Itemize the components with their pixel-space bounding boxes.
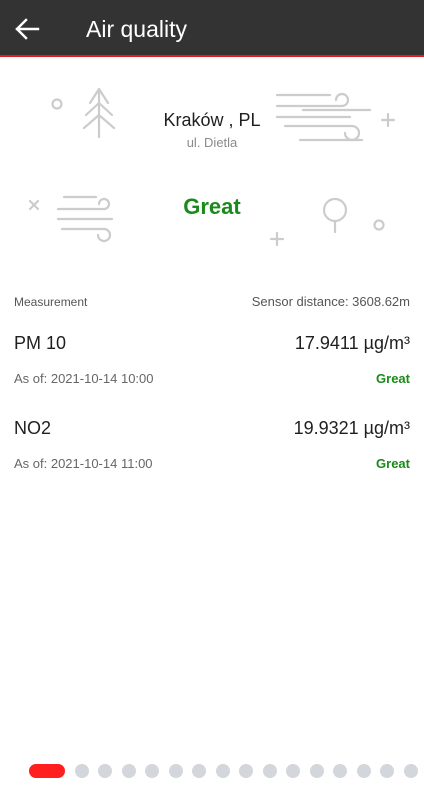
measurement-value: 19.9321 µg/m³: [293, 418, 410, 438]
measurement-rating: Great: [376, 456, 410, 471]
measurement-row-pm10: PM 10 17.9411 µg/m³ As of: 2021-10-14 10…: [14, 331, 410, 411]
measurement-header: Measurement Sensor distance: 3608.62m: [14, 294, 410, 310]
app-bar: Air quality: [0, 0, 424, 57]
page-dot[interactable]: [74, 764, 89, 778]
page-dot[interactable]: [192, 764, 206, 778]
city-name: Kraków , PL: [163, 110, 261, 130]
measurement-row-no2: NO2 19.9321 µg/m³ As of: 2021-10-14 11:0…: [14, 416, 410, 496]
measurement-name: PM 10: [14, 333, 67, 353]
page-title: Air quality: [86, 16, 187, 42]
small-circle-icon: [51, 98, 63, 110]
page-dot[interactable]: [309, 764, 324, 778]
page-dot[interactable]: [168, 764, 183, 778]
small-circle-icon-right: [373, 219, 385, 231]
page-dot-active[interactable]: [29, 764, 65, 778]
sensor-distance: Sensor distance: 3608.62m: [251, 294, 410, 309]
measurement-value: 17.9411 µg/m³: [294, 333, 410, 353]
measurement-header-label: Measurement: [14, 295, 88, 309]
air-quality-screen: Air quality Kraków , PL ul. Dietla Great…: [0, 0, 424, 800]
location-hero: Kraków , PL ul. Dietla Great: [0, 57, 424, 262]
page-dot[interactable]: [121, 764, 136, 778]
page-dot[interactable]: [98, 764, 112, 778]
overall-status: Great: [183, 194, 241, 219]
page-dot[interactable]: [145, 764, 159, 778]
page-dot[interactable]: [356, 764, 371, 778]
page-indicator: [0, 763, 424, 779]
page-dot[interactable]: [215, 764, 230, 778]
page-dot[interactable]: [262, 764, 277, 778]
plus-icon-lower: [269, 231, 285, 247]
page-dot[interactable]: [239, 764, 253, 778]
page-dot[interactable]: [286, 764, 300, 778]
page-dot[interactable]: [403, 764, 418, 778]
page-dot[interactable]: [380, 764, 394, 778]
arrow-left-icon: [15, 18, 40, 40]
back-button[interactable]: [6, 8, 48, 50]
weather-decoration: [28, 87, 396, 247]
measurement-timestamp: As of: 2021-10-14 10:00: [14, 371, 154, 386]
measurement-name: NO2: [14, 418, 52, 438]
page-dot[interactable]: [333, 764, 347, 778]
measurement-rating: Great: [376, 371, 410, 386]
street-name: ul. Dietla: [186, 135, 238, 150]
measurement-timestamp: As of: 2021-10-14 11:00: [14, 456, 153, 471]
